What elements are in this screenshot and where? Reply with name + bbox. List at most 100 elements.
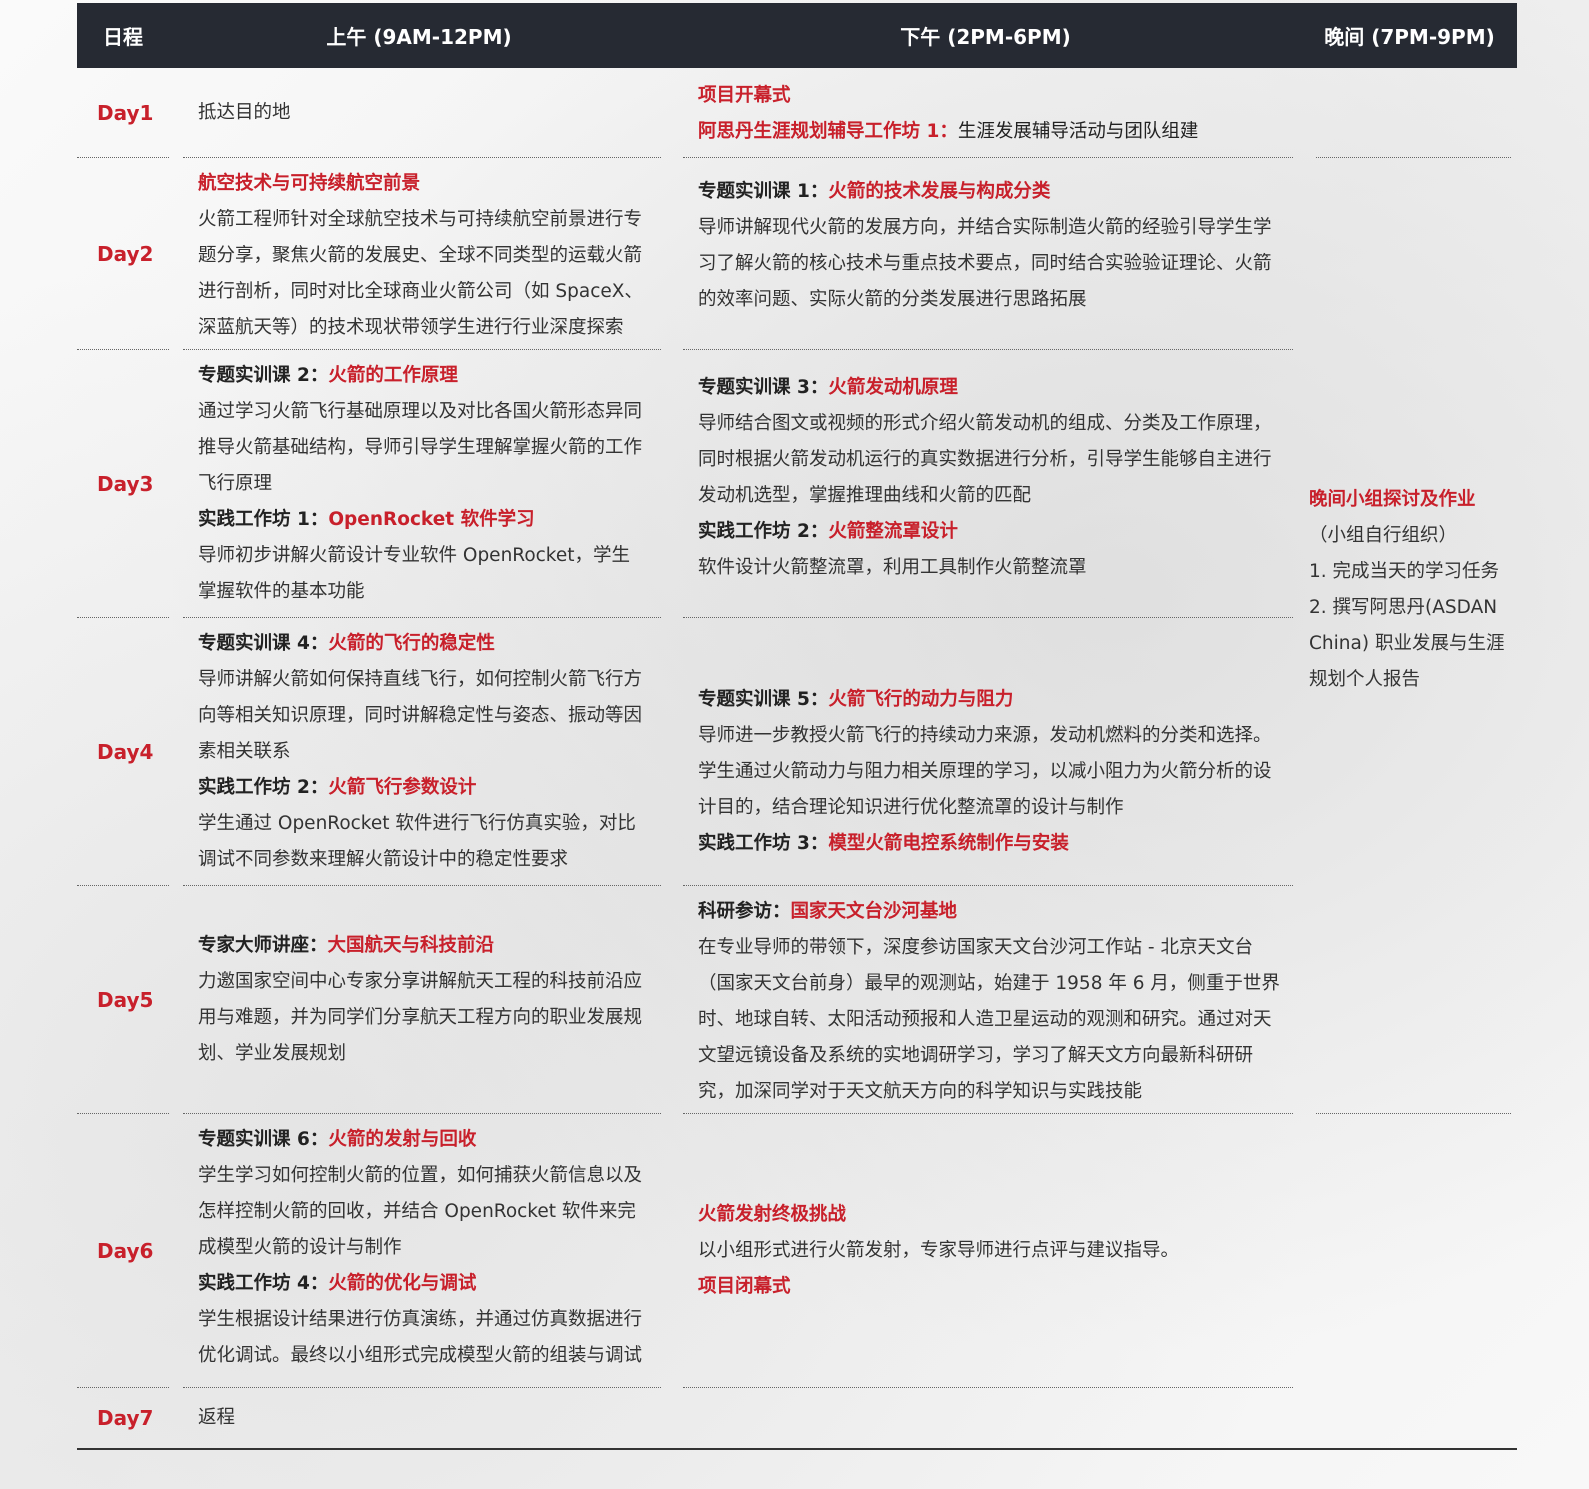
header-day: 日程: [103, 25, 143, 49]
morning-cell: 返程: [183, 1388, 661, 1448]
am-heading: 专题实训课 6：火箭的发射与回收: [198, 1122, 647, 1158]
header-pm: 下午 (2PM-6PM): [900, 25, 1071, 49]
evening-slot: [1316, 158, 1511, 350]
pm-heading-title: 阿思丹生涯规划辅导工作坊 1：: [698, 121, 958, 142]
pm-heading-title: 火箭发动机原理: [828, 377, 958, 398]
schedule-row-day6: Day6 专题实训课 6：火箭的发射与回收 学生学习如何控制火箭的位置，如何捕获火箭…: [77, 1114, 1517, 1388]
am-heading-title: 火箭的优化与调试: [328, 1273, 477, 1294]
morning-cell: 专题实训课 2：火箭的工作原理通过学习火箭飞行基础原理以及对比各国火箭形态异同推…: [183, 350, 661, 618]
afternoon-cell: 专题实训课 3：火箭发动机原理 导师结合图文或视频的形式介绍火箭发动机的组成、分类…: [683, 350, 1293, 618]
pm-heading-label: 实践工作坊 2：: [698, 521, 829, 542]
am-text: 学生学习如何控制火箭的位置，如何捕获火箭信息以及怎样控制火箭的回收，并结合 Op…: [198, 1165, 643, 1258]
schedule-row-day2: Day2 航空技术与可持续航空前景 火箭工程师针对全球航空技术与可持续航空前景进行专…: [77, 158, 1517, 350]
pm-heading: 实践工作坊 3：模型火箭电控系统制作与安装: [698, 826, 1281, 862]
am-text: 学生根据设计结果进行仿真演练，并通过仿真数据进行优化调试。最终以小组形式完成模型…: [198, 1309, 643, 1366]
pm-text: 在专业导师的带领下，深度参访国家天文台沙河工作站 - 北京天文台（国家天文台前身…: [698, 937, 1280, 1102]
pm-heading-label: 专题实训课 5：: [698, 688, 829, 710]
am-heading: 专题实训课 2：火箭的工作原理: [198, 358, 647, 394]
evening-slot: [1316, 1114, 1511, 1388]
pm-heading: 阿思丹生涯规划辅导工作坊 1：生涯发展辅导活动与团队组建: [698, 114, 1281, 150]
pm-heading-suffix: 生涯发展辅导活动与团队组建: [957, 121, 1199, 142]
pm-text: 导师进一步教授火箭飞行的持续动力来源，发动机燃料的分类和选择。学生通过火箭动力与…: [698, 724, 1272, 818]
pm-heading: 实践工作坊 2：火箭整流罩设计: [698, 514, 1281, 550]
pm-text: 软件设计火箭整流罩，利用工具制作火箭整流罩: [698, 557, 1087, 578]
am-heading-label: 实践工作坊 2：: [198, 777, 329, 798]
schedule-row-day4: Day4 专题实训课 4：火箭的飞行的稳定性 导师讲解火箭如何保持直线飞行，如何控制…: [77, 618, 1517, 886]
day-label: Day5: [77, 886, 169, 1114]
am-heading: 实践工作坊 4：火箭的优化与调试: [198, 1266, 647, 1302]
am-heading: 实践工作坊 1：OpenRocket 软件学习: [198, 502, 647, 538]
pm-text: 以小组形式进行火箭发射，专家导师进行点评与建议指导。: [698, 1239, 1180, 1261]
am-heading-title: 火箭的飞行的稳定性: [328, 633, 495, 654]
pm-heading-title: 模型火箭电控系统制作与安装: [828, 832, 1069, 854]
am-heading-label: 实践工作坊 4：: [198, 1273, 329, 1294]
am-heading-label: 专题实训课 2：: [198, 365, 329, 386]
schedule-row-day1: Day1 抵达目的地 项目开幕式阿思丹生涯规划辅导工作坊 1：生涯发展辅导活动与团队…: [77, 68, 1517, 158]
schedule-row-day3: Day3 专题实训课 2：火箭的工作原理 通过学习火箭飞行基础原理以及对比各国火箭形…: [77, 350, 1517, 618]
am-text: 返程: [198, 1407, 236, 1428]
am-text: 导师初步讲解火箭设计专业软件 OpenRocket，学生掌握软件的基本功能: [198, 545, 630, 602]
morning-cell: 专题实训课 6：火箭的发射与回收学生学习如何控制火箭的位置，如何捕获火箭信息以及…: [183, 1114, 661, 1388]
evening-slot: [1316, 68, 1511, 158]
pm-heading-title: 火箭的技术发展与构成分类: [828, 181, 1051, 202]
pm-heading-title: 火箭整流罩设计: [828, 521, 958, 542]
morning-cell: 航空技术与可持续航空前景火箭工程师针对全球航空技术与可持续航空前景进行专题分享，…: [183, 158, 661, 350]
am-heading-label: 实践工作坊 1：: [198, 509, 329, 530]
afternoon-cell: 火箭发射终极挑战以小组形式进行火箭发射，专家导师进行点评与建议指导。项目闭幕式: [683, 1114, 1293, 1388]
am-text: 火箭工程师针对全球航空技术与可持续航空前景进行专题分享，聚焦火箭的发展史、全球不…: [198, 209, 643, 338]
pm-heading-label: 实践工作坊 3：: [698, 832, 829, 854]
afternoon-cell: [683, 1388, 1293, 1448]
pm-heading-title: 国家天文台沙河基地: [790, 901, 958, 922]
day-label: Day7: [97, 1406, 154, 1430]
afternoon-cell: 专题实训课 1：火箭的技术发展与构成分类导师讲解现代火箭的发展方向，并结合实际制…: [683, 158, 1293, 350]
schedule-row-day5: Day5 专家大师讲座：大国航天与科技前沿 力邀国家空间中心专家分享讲解航天工程的科…: [77, 886, 1517, 1114]
am-heading: 航空技术与可持续航空前景: [198, 166, 647, 202]
am-heading-title: 大国航天与科技前沿: [327, 934, 495, 956]
evening-note: （小组自行组织）: [1309, 525, 1458, 546]
morning-cell: 抵达目的地: [183, 68, 661, 158]
afternoon-cell: 项目开幕式阿思丹生涯规划辅导工作坊 1：生涯发展辅导活动与团队组建: [683, 68, 1293, 158]
pm-heading: 专题实训课 1：火箭的技术发展与构成分类: [698, 174, 1281, 210]
afternoon-cell: 科研参访：国家天文台沙河基地在专业导师的带领下，深度参访国家天文台沙河工作站 -…: [683, 886, 1293, 1114]
am-text: 通过学习火箭飞行基础原理以及对比各国火箭形态异同推导火箭基础结构，导师引导学生理…: [198, 401, 643, 494]
am-heading-title: 火箭的发射与回收: [328, 1129, 477, 1150]
day-label: Day6: [77, 1114, 169, 1388]
am-heading-title: OpenRocket 软件学习: [328, 509, 535, 530]
am-heading-title: 火箭飞行参数设计: [328, 777, 477, 798]
morning-cell: 专家大师讲座：大国航天与科技前沿力邀国家空间中心专家分享讲解航天工程的科技前沿应…: [183, 886, 661, 1114]
afternoon-cell: 专题实训课 5：火箭飞行的动力与阻力导师进一步教授火箭飞行的持续动力来源，发动机…: [683, 618, 1293, 886]
am-text: 学生通过 OpenRocket 软件进行飞行仿真实验，对比调试不同参数来理解火箭…: [198, 813, 636, 870]
pm-heading-title: 项目开幕式: [698, 85, 791, 106]
pm-heading: 专题实训课 5：火箭飞行的动力与阻力: [698, 682, 1281, 718]
evening-item-2: 2. 撰写阿思丹(ASDAN China) 职业发展与生涯规划个人报告: [1309, 597, 1505, 690]
morning-cell: 专题实训课 4：火箭的飞行的稳定性导师讲解火箭如何保持直线飞行，如何控制火箭飞行…: [183, 618, 661, 886]
am-heading: 专题实训课 4：火箭的飞行的稳定性: [198, 626, 647, 662]
day-label: Day2: [77, 158, 169, 350]
pm-heading: 专题实训课 3：火箭发动机原理: [698, 370, 1281, 406]
evening-cell: 晚间小组探讨及作业 （小组自行组织） 1. 完成当天的学习任务 2. 撰写阿思丹…: [1309, 482, 1509, 698]
evening-item-1: 1. 完成当天的学习任务: [1309, 561, 1500, 582]
day-label: Day4: [77, 618, 169, 886]
am-heading-title: 航空技术与可持续航空前景: [198, 173, 421, 194]
table-bottom-rule: [77, 1448, 1517, 1450]
day-label: Day3: [77, 350, 169, 618]
am-heading-label: 专题实训课 4：: [198, 633, 329, 654]
pm-heading-title: 火箭飞行的动力与阻力: [828, 688, 1014, 710]
pm-heading: 项目开幕式: [698, 78, 1281, 114]
evening-slot: [1316, 1388, 1511, 1448]
day-label: Day1: [77, 68, 169, 158]
pm-heading-title: 火箭发射终极挑战: [698, 1203, 847, 1225]
table-header: 日程 上午 (9AM-12PM) 下午 (2PM-6PM) 晚间 (7PM-9P…: [77, 3, 1517, 68]
am-text: 导师讲解火箭如何保持直线飞行，如何控制火箭飞行方向等相关知识原理，同时讲解稳定性…: [198, 669, 643, 762]
am-heading-label: 专题实训课 6：: [198, 1129, 329, 1150]
am-text: 抵达目的地: [198, 101, 291, 123]
am-heading-title: 火箭的工作原理: [328, 365, 458, 386]
schedule-table: 日程 上午 (9AM-12PM) 下午 (2PM-6PM) 晚间 (7PM-9P…: [77, 3, 1517, 1450]
header-evening: 晚间 (7PM-9PM): [1324, 25, 1495, 49]
am-text: 力邀国家空间中心专家分享讲解航天工程的科技前沿应用与难题，并为同学们分享航天工程…: [198, 970, 643, 1064]
pm-heading: 项目闭幕式: [698, 1269, 1281, 1305]
am-heading-label: 专家大师讲座：: [198, 934, 328, 956]
pm-text: 导师讲解现代火箭的发展方向，并结合实际制造火箭的经验引导学生学习了解火箭的核心技…: [698, 217, 1272, 310]
pm-heading-label: 科研参访：: [698, 901, 791, 922]
schedule-row-day7: Day7 返程: [77, 1388, 1517, 1448]
